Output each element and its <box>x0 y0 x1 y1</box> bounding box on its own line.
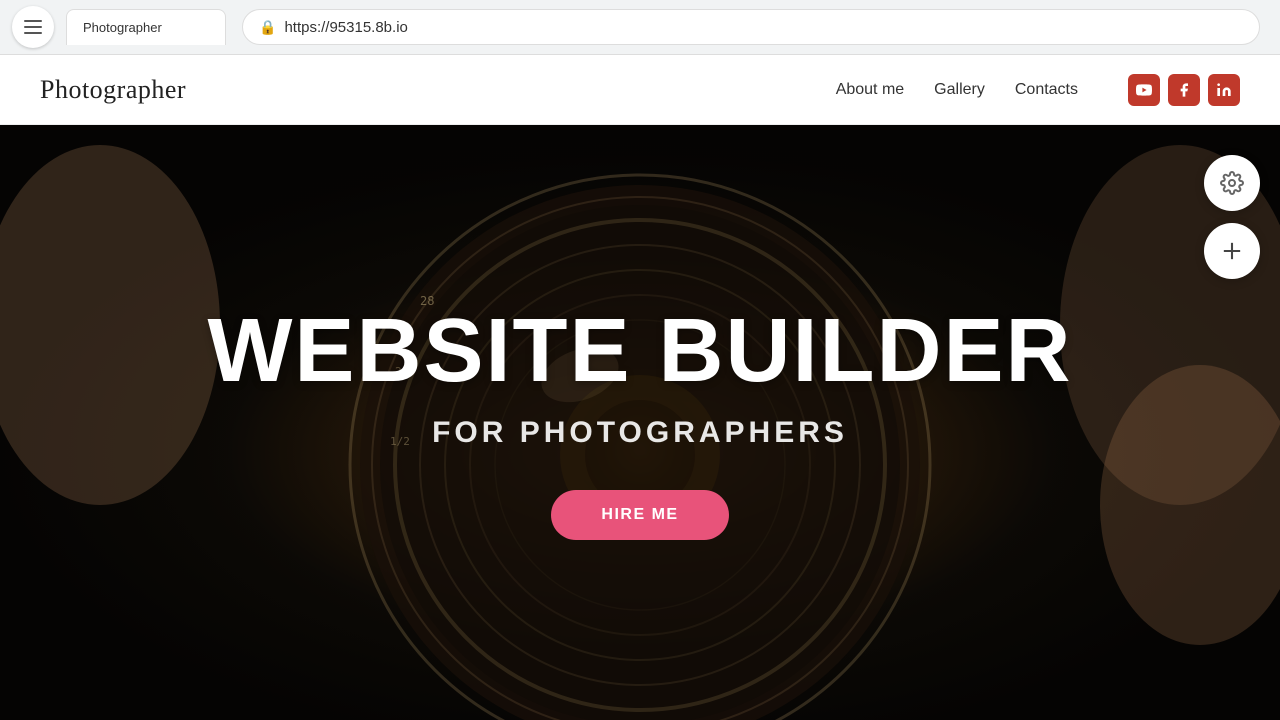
site-logo: Photographer <box>40 75 186 105</box>
facebook-icon[interactable] <box>1168 74 1200 106</box>
nav-gallery[interactable]: Gallery <box>934 81 985 99</box>
add-fab[interactable] <box>1204 223 1260 279</box>
tab-title: Photographer <box>83 20 162 35</box>
menu-line <box>24 20 42 22</box>
menu-line <box>24 26 42 28</box>
lock-icon: 🔒 <box>259 19 276 36</box>
fab-container <box>1204 155 1260 279</box>
site-header: Photographer About me Gallery Contacts <box>0 55 1280 125</box>
settings-fab[interactable] <box>1204 155 1260 211</box>
nav-about[interactable]: About me <box>836 81 904 99</box>
address-bar[interactable]: 🔒 https://95315.8b.io <box>242 9 1260 45</box>
browser-chrome: Photographer 🔒 https://95315.8b.io <box>0 0 1280 55</box>
hire-me-button[interactable]: HIRE ME <box>551 490 728 540</box>
linkedin-icon[interactable] <box>1208 74 1240 106</box>
hero-section: 28 2.8 1/2 WEBSITE BUILDER FOR PHOTOGRAP… <box>0 125 1280 720</box>
hero-title: WEBSITE BUILDER <box>207 306 1072 396</box>
tab-bar: Photographer <box>66 0 226 55</box>
url-text: https://95315.8b.io <box>284 19 1243 36</box>
menu-line <box>24 32 42 34</box>
hero-content: WEBSITE BUILDER FOR PHOTOGRAPHERS HIRE M… <box>207 306 1072 540</box>
nav-contacts[interactable]: Contacts <box>1015 81 1078 99</box>
browser-tab[interactable]: Photographer <box>66 9 226 45</box>
browser-menu-button[interactable] <box>12 6 54 48</box>
hero-subtitle: FOR PHOTOGRAPHERS <box>207 416 1072 450</box>
youtube-icon[interactable] <box>1128 74 1160 106</box>
social-icons <box>1128 74 1240 106</box>
site-nav: About me Gallery Contacts <box>836 74 1240 106</box>
website-wrapper: Photographer About me Gallery Contacts <box>0 55 1280 720</box>
